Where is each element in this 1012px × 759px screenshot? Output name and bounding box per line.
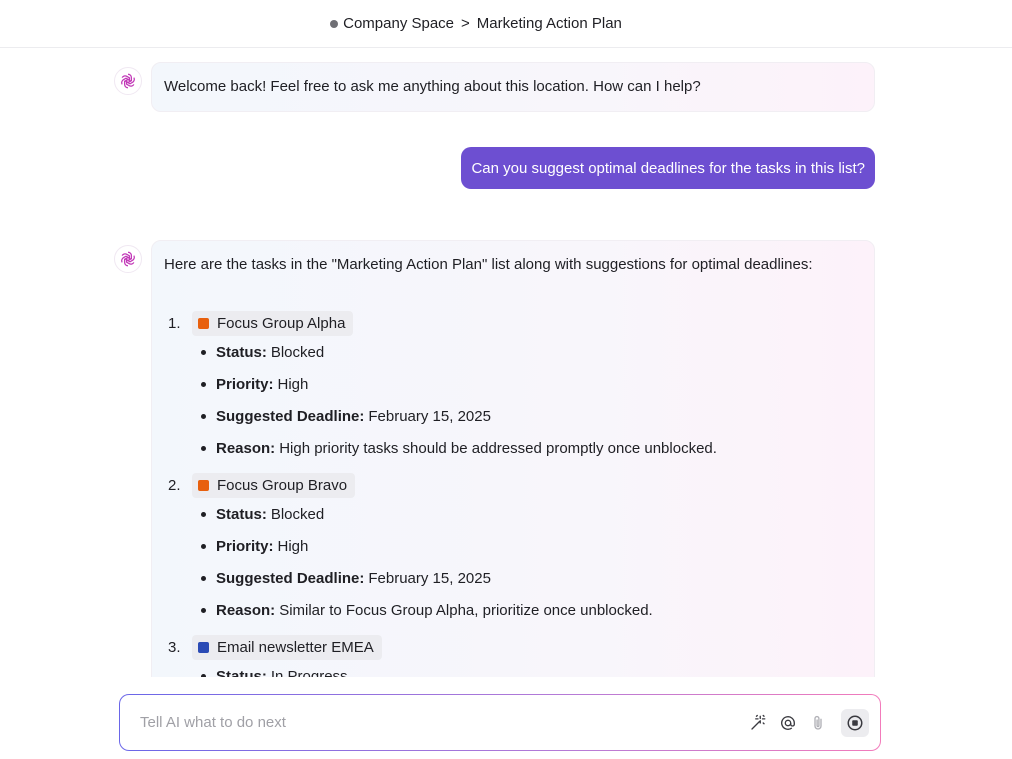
- task-number: 1.: [168, 314, 181, 332]
- ai-avatar: [114, 245, 142, 273]
- ai-logo-icon: [121, 251, 135, 267]
- answer-intro: Here are the tasks in the "Marketing Act…: [164, 256, 813, 273]
- task-priority: Priority: High: [201, 368, 862, 400]
- task-status: Status: Blocked: [201, 336, 862, 368]
- task-name: Email newsletter EMEA: [217, 638, 374, 656]
- magic-wand-icon[interactable]: [747, 712, 769, 734]
- task-item: 1. Focus Group Alpha Status: Blocked Prio…: [164, 310, 862, 464]
- task-chip[interactable]: Email newsletter EMEA: [192, 634, 382, 660]
- ai-message-answer: Here are the tasks in the "Marketing Act…: [151, 240, 875, 677]
- breadcrumb-space[interactable]: Company Space: [343, 15, 454, 32]
- stop-button[interactable]: [841, 708, 869, 737]
- breadcrumb-separator: >: [461, 15, 470, 32]
- task-item: 2. Focus Group Bravo Status: Blocked Prio…: [164, 472, 862, 626]
- chat-thread[interactable]: Welcome back! Feel free to ask me anythi…: [0, 49, 1012, 677]
- task-number: 3.: [168, 638, 181, 656]
- task-status-square-icon: [198, 479, 209, 491]
- breadcrumb-list[interactable]: Marketing Action Plan: [477, 15, 622, 32]
- ai-logo-icon: [121, 73, 135, 89]
- task-priority: Priority: High: [201, 530, 862, 562]
- user-message-text: Can you suggest optimal deadlines for th…: [471, 159, 865, 177]
- ai-avatar: [114, 67, 142, 95]
- task-deadline: Suggested Deadline: February 15, 2025: [201, 562, 862, 594]
- task-status-square-icon: [198, 641, 209, 653]
- space-dot-icon: [330, 19, 339, 28]
- task-status: Status: In Progress: [201, 660, 862, 677]
- welcome-text: Welcome back! Feel free to ask me anythi…: [164, 78, 701, 95]
- mention-icon[interactable]: [777, 712, 799, 734]
- task-status-square-icon: [198, 317, 209, 329]
- task-status: Status: Blocked: [201, 498, 862, 530]
- task-deadline: Suggested Deadline: February 15, 2025: [201, 400, 862, 432]
- task-reason: Reason: High priority tasks should be add…: [201, 432, 862, 464]
- task-number: 2.: [168, 476, 181, 494]
- task-chip[interactable]: Focus Group Alpha: [192, 310, 354, 336]
- task-name: Focus Group Bravo: [217, 476, 348, 494]
- stop-icon: [847, 715, 863, 730]
- paperclip-icon[interactable]: [807, 712, 829, 734]
- prompt-input[interactable]: [140, 707, 747, 738]
- task-name: Focus Group Alpha: [217, 314, 346, 332]
- user-message: Can you suggest optimal deadlines for th…: [461, 147, 875, 189]
- composer: [119, 694, 881, 751]
- task-reason: Reason: Similar to Focus Group Alpha, pri…: [201, 594, 862, 626]
- ai-message-welcome: Welcome back! Feel free to ask me anythi…: [151, 62, 875, 112]
- task-item: 3. Email newsletter EMEA Status: In Progr…: [164, 634, 862, 677]
- task-chip[interactable]: Focus Group Bravo: [192, 472, 356, 498]
- breadcrumb: Company Space > Marketing Action Plan: [0, 0, 1012, 48]
